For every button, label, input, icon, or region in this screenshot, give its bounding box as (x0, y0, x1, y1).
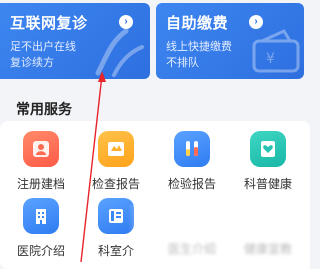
card-desc: 不排队 (166, 57, 199, 69)
self-payment-card[interactable]: 自助缴费 › 线上快捷缴费 不排队 ¥ (156, 3, 304, 79)
service-test-report[interactable]: 检验报告 (157, 131, 227, 192)
blurred-label: 医生介绍 (168, 242, 217, 256)
doctor-decoration-icon (95, 28, 144, 77)
service-hospital-intro[interactable]: 医院介绍 (6, 198, 76, 259)
service-label: 科普健康 (243, 177, 292, 191)
heart-book-icon (250, 131, 286, 167)
card-desc: 复诊续方 (10, 57, 54, 69)
service-label: 医院介绍 (16, 244, 65, 258)
wallet-decoration-icon: ¥ (252, 29, 300, 73)
blur-overlay (128, 205, 310, 269)
blurred-label: 健康宣教 (244, 242, 293, 256)
top-cards: 互联网复诊 › 足不出户在线 复诊续方 自助缴费 › 线上快捷缴费 不排队 ¥ (0, 0, 310, 82)
card-title: 互联网复诊 (10, 15, 88, 32)
online-revisit-card[interactable]: 互联网复诊 › 足不出户在线 复诊续方 (0, 3, 150, 79)
service-health-education[interactable]: 科普健康 (233, 131, 303, 192)
service-label: 注册建档 (16, 177, 65, 191)
card-desc: 线上快捷缴费 (166, 41, 232, 53)
service-exam-report[interactable]: 检查报告 (81, 131, 151, 192)
section-title: 常用服务 (16, 101, 72, 117)
card-desc: 足不出户在线 (10, 41, 76, 53)
person-card-icon (23, 131, 59, 167)
service-label: 检查报告 (91, 177, 140, 191)
test-tube-icon (174, 131, 210, 167)
card-title: 自助缴费 (166, 15, 229, 32)
service-label: 检验报告 (167, 177, 216, 191)
report-icon (98, 131, 134, 167)
svg-text:¥: ¥ (266, 51, 275, 67)
hospital-building-icon (23, 198, 59, 234)
service-register[interactable]: 注册建档 (6, 131, 76, 192)
